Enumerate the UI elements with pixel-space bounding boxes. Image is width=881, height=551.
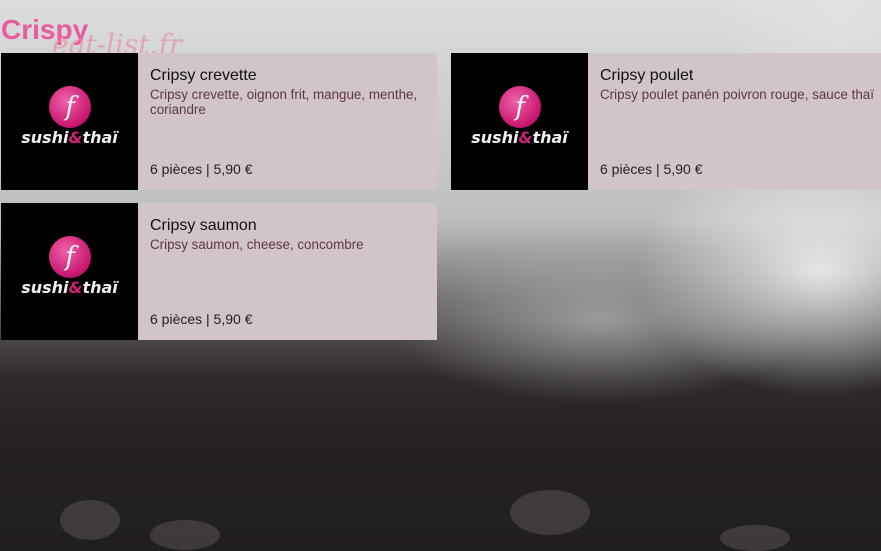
fish-decoration-icon [510, 490, 590, 535]
menu-item-price: 6 pièces | 5,90 € [150, 161, 253, 177]
menu-item-price: 6 pièces | 5,90 € [600, 161, 703, 177]
menu-item-card[interactable]: f sushi&thaï Cripsy crevette Cripsy crev… [1, 53, 437, 190]
fish-decoration-icon [720, 525, 790, 551]
fish-decoration-icon [150, 520, 220, 550]
logo-wordmark: sushi&thaï [471, 128, 568, 147]
menu-item-title: Cripsy saumon [150, 217, 257, 234]
fish-decoration-icon [60, 500, 120, 540]
menu-item-details: Cripsy saumon Cripsy saumon, cheese, con… [138, 203, 437, 340]
menu-item-card[interactable]: f sushi&thaï Cripsy poulet Cripsy poulet… [451, 53, 881, 190]
menu-item-details: Cripsy poulet Cripsy poulet panén poivro… [588, 53, 881, 190]
logo-emblem-icon: f [49, 86, 91, 128]
menu-item-description: Cripsy poulet panén poivron rouge, sauce… [600, 87, 874, 102]
menu-item-title: Cripsy poulet [600, 67, 694, 84]
menu-item-card[interactable]: f sushi&thaï Cripsy saumon Cripsy saumon… [1, 203, 437, 340]
logo-emblem-icon: f [499, 86, 541, 128]
menu-item-title: Cripsy crevette [150, 67, 257, 84]
category-header: Crispy eat-list.fr [0, 12, 300, 60]
menu-item-description: Cripsy crevette, oignon frit, mangue, me… [150, 87, 418, 117]
menu-item-details: Cripsy crevette Cripsy crevette, oignon … [138, 53, 437, 190]
logo-wordmark: sushi&thaï [21, 278, 118, 297]
restaurant-logo: f sushi&thaï [451, 53, 588, 190]
restaurant-logo: f sushi&thaï [1, 203, 138, 340]
logo-emblem-icon: f [49, 236, 91, 278]
menu-item-description: Cripsy saumon, cheese, concombre [150, 237, 364, 252]
restaurant-logo: f sushi&thaï [1, 53, 138, 190]
menu-item-price: 6 pièces | 5,90 € [150, 311, 253, 327]
logo-wordmark: sushi&thaï [21, 128, 118, 147]
